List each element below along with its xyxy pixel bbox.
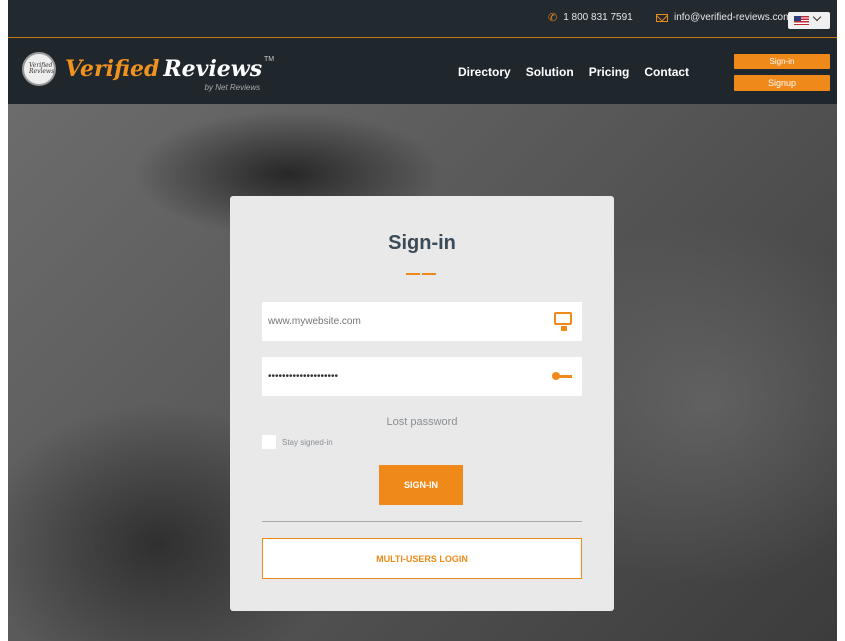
key-icon	[552, 372, 572, 380]
stay-signed-in[interactable]: Stay signed-in	[262, 435, 333, 449]
phone-number: 1 800 831 7591	[563, 12, 633, 23]
multi-users-login-button[interactable]: MULTI-USERS LOGIN	[262, 538, 582, 579]
page: ✆ 1 800 831 7591 info@verified-reviews.c…	[8, 0, 837, 641]
seal-icon: Verified Reviews	[22, 52, 56, 86]
brand-word-reviews: Reviews	[163, 56, 263, 82]
password-field	[262, 357, 582, 396]
logo[interactable]: Verified Reviews Verified Reviews TM by N…	[22, 52, 274, 92]
signin-title: Sign-in	[388, 232, 456, 254]
monitor-icon	[554, 312, 572, 331]
divider	[262, 521, 582, 522]
email-address: info@verified-reviews.com	[674, 12, 792, 23]
main-nav: Directory Solution Pricing Contact	[458, 65, 689, 79]
title-accent	[422, 273, 436, 275]
nav-pricing[interactable]: Pricing	[589, 65, 630, 79]
nav-directory[interactable]: Directory	[458, 65, 511, 79]
header-signup-button[interactable]: Signup	[734, 75, 830, 91]
mail-icon	[656, 13, 668, 22]
website-input[interactable]	[262, 302, 538, 341]
header-signin-button[interactable]: Sign-in	[734, 54, 830, 69]
title-accent	[406, 273, 420, 275]
brand-word-verified: Verified	[65, 56, 160, 82]
email-contact[interactable]: info@verified-reviews.com	[656, 12, 791, 23]
stay-signed-in-label: Stay signed-in	[282, 437, 333, 447]
top-bar: ✆ 1 800 831 7591 info@verified-reviews.c…	[8, 0, 837, 38]
nav-contact[interactable]: Contact	[644, 65, 689, 79]
phone-contact[interactable]: ✆ 1 800 831 7591	[548, 12, 633, 23]
website-field	[262, 302, 582, 341]
signin-button[interactable]: SIGN-IN	[379, 465, 463, 505]
nav-solution[interactable]: Solution	[526, 65, 574, 79]
signin-card: Sign-in Lost password Stay signed-in SIG…	[230, 196, 614, 611]
trademark: TM	[264, 56, 275, 63]
password-input[interactable]	[262, 357, 538, 396]
brand-byline: by Net Reviews	[204, 83, 261, 92]
brand-wordmark: Verified Reviews TM by Net Reviews	[65, 56, 274, 92]
phone-icon: ✆	[548, 11, 558, 24]
language-selector[interactable]	[788, 12, 830, 29]
stay-signed-in-checkbox[interactable]	[262, 435, 276, 449]
lost-password-link[interactable]: Lost password	[230, 416, 614, 428]
chevron-down-icon	[812, 12, 822, 22]
us-flag-icon	[794, 16, 809, 25]
main-header: Verified Reviews Verified Reviews TM by N…	[8, 38, 837, 104]
